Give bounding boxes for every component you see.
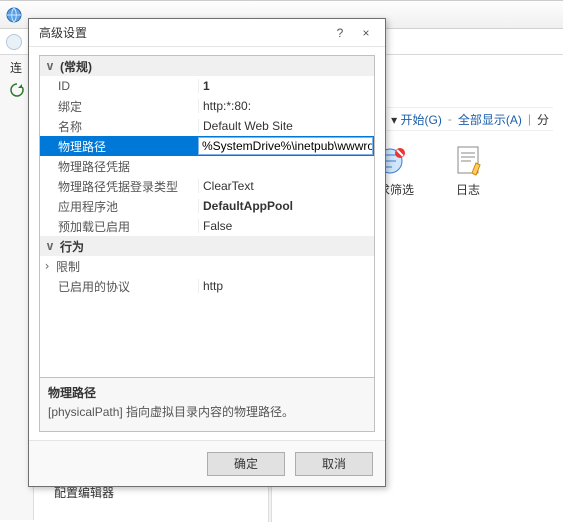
logging-icon [450, 143, 486, 179]
prop-app-pool[interactable]: 应用程序池 DefaultAppPool [40, 196, 374, 216]
prop-physical-path[interactable]: 物理路径 %SystemDrive%\inetpub\wwwroot [40, 136, 374, 156]
property-grid[interactable]: v (常规) ID 1 绑定 http:*:80: 名称 Default Web… [39, 55, 375, 432]
nav-back-icon[interactable] [6, 34, 22, 50]
close-button[interactable]: × [353, 23, 379, 43]
refresh-icon[interactable] [8, 81, 26, 99]
advanced-settings-dialog: 高级设置 ? × v (常规) ID 1 绑定 http:*:80: 名称 [28, 18, 386, 487]
dialog-title: 高级设置 [39, 24, 327, 41]
help-button[interactable]: ? [327, 23, 353, 43]
desc-body: [physicalPath] 指向虚拟目录内容的物理路径。 [48, 403, 366, 420]
svg-text:连: 连 [10, 60, 22, 75]
cancel-button[interactable]: 取消 [295, 452, 373, 476]
iis-globe-icon [6, 7, 22, 23]
collapse-icon[interactable]: v [42, 59, 58, 73]
ok-button[interactable]: 确定 [207, 452, 285, 476]
physical-path-input[interactable]: %SystemDrive%\inetpub\wwwroot [198, 137, 373, 155]
prop-preload[interactable]: 预加载已启用 False [40, 216, 374, 236]
property-description-pane: 物理路径 [physicalPath] 指向虚拟目录内容的物理路径。 [40, 377, 374, 431]
feature-item[interactable]: 日志 [438, 143, 498, 212]
dialog-titlebar[interactable]: 高级设置 ? × [29, 19, 385, 47]
prop-name[interactable]: 名称 Default Web Site [40, 116, 374, 136]
dialog-button-bar: 确定 取消 [29, 440, 385, 486]
connections-label-icon: 连 [8, 59, 26, 77]
prop-enabled-protocols[interactable]: 已启用的协议 http [40, 276, 374, 296]
feature-item-label: 日志 [456, 183, 480, 197]
category-behavior[interactable]: v 行为 [40, 236, 374, 256]
feature-item-label: 配置编辑器 [54, 486, 114, 500]
collapse-icon[interactable]: v [42, 239, 58, 253]
groupby-label[interactable]: 分 [537, 111, 549, 128]
prop-id[interactable]: ID 1 [40, 76, 374, 96]
prop-limits[interactable]: › 限制 [40, 256, 374, 276]
desc-title: 物理路径 [48, 384, 366, 401]
showall-link[interactable]: 全部显示(A) [458, 111, 522, 128]
prop-physical-path-cred[interactable]: 物理路径凭据 [40, 156, 374, 176]
prop-physical-path-cred-logon[interactable]: 物理路径凭据登录类型 ClearText [40, 176, 374, 196]
prop-bindings[interactable]: 绑定 http:*:80: [40, 96, 374, 116]
expand-icon[interactable]: › [40, 259, 54, 273]
go-dropdown[interactable]: ▾ 开始(G) [391, 111, 442, 128]
category-general[interactable]: v (常规) [40, 56, 374, 76]
